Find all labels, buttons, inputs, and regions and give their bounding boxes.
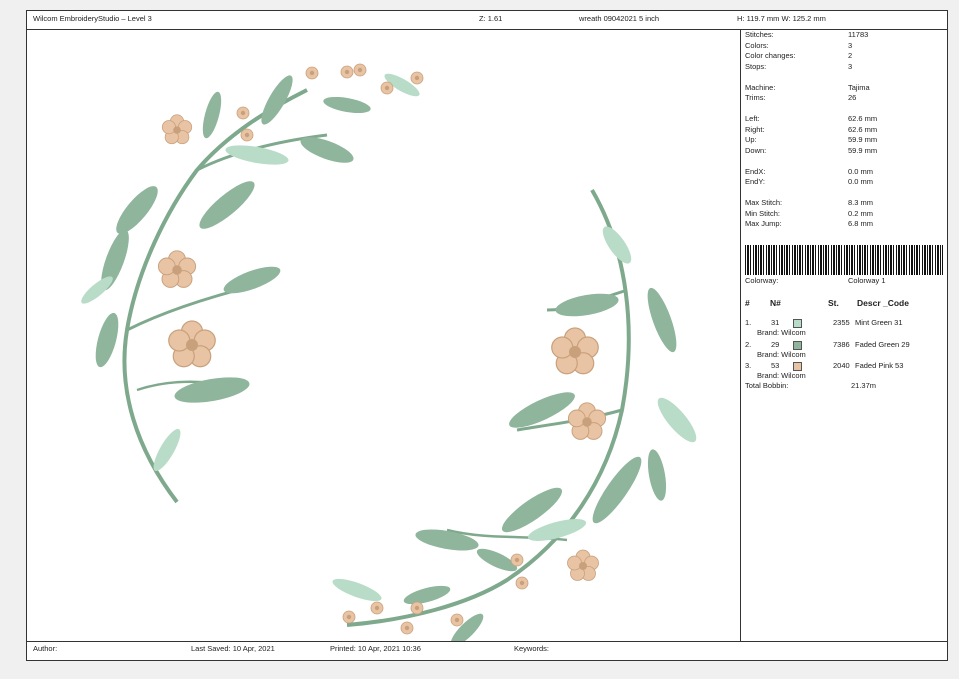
total-bobbin-value: 21.37m — [851, 381, 877, 390]
color-row-brand: Brand: Wilcom — [757, 328, 806, 337]
left-branch — [81, 63, 424, 504]
printed-date: Printed: 10 Apr, 2021 10:36 — [330, 644, 421, 653]
embroidery-wreath — [81, 63, 697, 642]
design-name: wreath 09042021 5 inch — [579, 14, 660, 23]
stat-label: EndX: — [745, 166, 766, 176]
color-row-brand: Brand: Wilcom — [757, 371, 806, 380]
stat-label: Colors: — [745, 40, 769, 50]
stat-label: Right: — [745, 124, 765, 134]
color-swatch — [793, 319, 802, 328]
colorway-value: Colorway 1 — [848, 276, 886, 285]
design-area — [27, 30, 741, 642]
total-bobbin-label: Total Bobbin: — [745, 381, 789, 390]
col-header-descr: Descr _Code — [857, 298, 909, 308]
color-row-description: Faded Green 29 — [855, 339, 910, 349]
stat-label: Up: — [745, 135, 757, 144]
color-row-stitches: 7386 — [833, 339, 850, 349]
header-bar: Wilcom EmbroideryStudio – Level 3 Z: 1.6… — [27, 11, 947, 30]
color-row-stitches: 2355 — [833, 318, 850, 327]
stat-label: Color changes: — [745, 51, 796, 60]
stat-value: 3 — [848, 61, 853, 71]
stat-value: 8.3 mm — [848, 198, 874, 207]
zoom-level: Z: 1.61 — [479, 14, 503, 23]
stat-value: 59.9 mm — [848, 135, 878, 144]
stat-value: 62.6 mm — [848, 124, 878, 134]
stat-value: 11783 — [848, 30, 869, 39]
colorway-label: Colorway: — [745, 276, 779, 285]
col-header-st: St. — [828, 298, 839, 308]
barcode — [745, 245, 943, 275]
stat-value: 2 — [848, 51, 853, 60]
stat-value: Tajima — [848, 82, 870, 92]
stat-label: Min Stitch: — [745, 208, 781, 218]
col-header-num: # — [745, 298, 750, 308]
stat-value: 3 — [848, 40, 853, 50]
color-row-number: 29 — [771, 339, 780, 349]
color-row-number: 31 — [771, 318, 780, 327]
color-row-description: Faded Pink 53 — [855, 361, 904, 370]
stat-label: Stitches: — [745, 30, 774, 39]
color-row-stitches: 2040 — [833, 361, 850, 370]
app-title: Wilcom EmbroideryStudio – Level 3 — [33, 14, 152, 23]
stat-value: 0.0 mm — [848, 166, 874, 176]
color-row-number: 53 — [771, 361, 780, 370]
color-swatch — [793, 362, 802, 371]
stat-label: EndY: — [745, 177, 766, 186]
author-label: Author: — [33, 644, 58, 653]
right-branch — [332, 188, 697, 642]
stat-value: 62.6 mm — [848, 114, 878, 123]
footer-bar: Author: Last Saved: 10 Apr, 2021 Printed… — [27, 641, 947, 660]
color-row-index: 2. — [745, 339, 752, 349]
stat-label: Stops: — [745, 61, 767, 71]
design-info-panel: Stitches: 11783 Colors: 3 Color changes: 2 Sto… — [741, 30, 947, 642]
stat-label: Down: — [745, 145, 767, 155]
color-row-index: 3. — [745, 361, 752, 370]
color-row-index: 1. — [745, 318, 752, 327]
stat-label: Machine: — [745, 82, 776, 92]
keywords-label: Keywords: — [514, 644, 550, 653]
color-row-brand: Brand: Wilcom — [757, 349, 806, 359]
stat-value: 6.8 mm — [848, 219, 874, 228]
last-saved: Last Saved: 10 Apr, 2021 — [191, 644, 275, 653]
stat-label: Max Jump: — [745, 219, 782, 228]
stat-value: 26 — [848, 93, 857, 102]
col-header-n: N# — [770, 298, 781, 308]
stat-value: 0.0 mm — [848, 177, 874, 186]
design-dimensions: H: 119.7 mm W: 125.2 mm — [737, 14, 826, 23]
stat-label: Trims: — [745, 93, 766, 102]
stat-label: Max Stitch: — [745, 198, 783, 207]
color-row-description: Mint Green 31 — [855, 318, 903, 327]
color-swatch — [793, 340, 802, 350]
print-preview-sheet: Wilcom EmbroideryStudio – Level 3 Z: 1.6… — [26, 10, 948, 661]
stat-value: 0.2 mm — [848, 208, 874, 218]
stat-value: 59.9 mm — [848, 145, 878, 155]
stat-label: Left: — [745, 114, 760, 123]
